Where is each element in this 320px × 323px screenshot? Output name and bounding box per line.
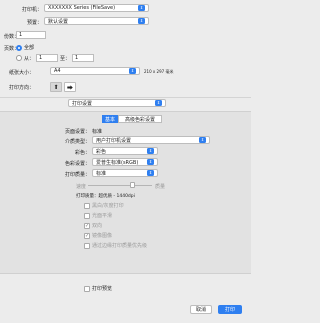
- print-settings-section-select[interactable]: 打印设置 ⇕: [68, 99, 166, 107]
- color-select[interactable]: 彩色 ⇕: [92, 147, 158, 155]
- tab-basic[interactable]: 基本: [102, 115, 118, 123]
- quality-slider-track[interactable]: [88, 185, 152, 186]
- printer-value: XXXXXXX Series (FileSave): [48, 5, 116, 11]
- printer-label: 打印机：: [21, 7, 42, 13]
- print-preview-label: 打印预览: [92, 286, 113, 292]
- color-mode-value: 爱普生标准(sRGB): [96, 159, 139, 166]
- option-label: 镜像图像: [92, 233, 113, 239]
- paper-dimensions: 210 x 297 毫米: [144, 69, 174, 74]
- media-type-select[interactable]: 用户打印机设置 ⇕: [92, 136, 210, 144]
- chevron-updown-icon: ⇕: [147, 148, 154, 154]
- preset-select[interactable]: 默认设置 ⇕: [44, 17, 149, 25]
- preset-value: 默认设置: [48, 18, 69, 25]
- portrait-icon: ⬆: [53, 83, 59, 91]
- chevron-updown-icon: ⇕: [138, 18, 145, 24]
- mirror-image-checkbox[interactable]: ✓: [84, 232, 90, 239]
- orientation-label: 打印方向：: [8, 85, 34, 91]
- print-quality-select[interactable]: 标准 ⇕: [92, 169, 158, 177]
- page-setup-value: 标准: [92, 129, 103, 135]
- pages-all-label: 全部: [24, 45, 35, 51]
- option-label: 通过边缘打印质量优先级: [92, 243, 148, 249]
- checkmark-icon: ✓: [85, 222, 90, 229]
- pages-from-field[interactable]: 1: [36, 54, 59, 62]
- option-label: 双向: [92, 223, 103, 229]
- chevron-updown-icon: ⇕: [147, 159, 154, 165]
- option-label: 光面平滑: [92, 213, 113, 219]
- copies-field[interactable]: 1: [16, 31, 46, 39]
- color-mode-label: 色彩设置：: [64, 161, 90, 167]
- grayscale-checkbox[interactable]: [84, 202, 90, 209]
- pages-range-radio[interactable]: [16, 55, 22, 61]
- paper-size-value: A4: [54, 68, 61, 74]
- cancel-button[interactable]: 取消: [190, 305, 212, 314]
- slider-quality-label: 质量: [155, 184, 166, 190]
- copies-label: 份数：: [4, 34, 20, 40]
- edge-quality-checkbox[interactable]: [84, 242, 90, 249]
- print-button[interactable]: 打印: [218, 305, 242, 314]
- section-value: 打印设置: [72, 100, 93, 107]
- bidirectional-checkbox[interactable]: ✓: [84, 222, 90, 229]
- preset-label: 预置：: [26, 20, 42, 26]
- quality-info: 打印质量：超优质 - 1440dpi: [76, 194, 135, 199]
- print-quality-label: 打印质量：: [64, 172, 90, 178]
- printer-select[interactable]: XXXXXXX Series (FileSave) ⇕: [44, 4, 149, 12]
- portrait-orientation-button[interactable]: ⬆: [50, 82, 62, 92]
- tab-advanced-color[interactable]: 高级色彩设置: [118, 115, 162, 123]
- color-label: 彩色：: [74, 150, 90, 156]
- color-value: 彩色: [96, 148, 107, 155]
- option-label: 黑白/灰度打印: [92, 203, 124, 209]
- divider: [0, 97, 251, 98]
- chevron-updown-icon: ⇕: [147, 170, 154, 176]
- chevron-updown-icon: ⇕: [155, 100, 162, 106]
- chevron-updown-icon: ⇕: [129, 68, 136, 74]
- chevron-updown-icon: ⇕: [199, 137, 206, 143]
- quality-slider-knob[interactable]: [130, 182, 135, 188]
- media-type-value: 用户打印机设置: [96, 137, 132, 144]
- checkmark-icon: ✓: [85, 232, 90, 239]
- slider-speed-label: 速度: [76, 184, 87, 190]
- pages-all-radio[interactable]: [16, 44, 22, 51]
- pages-from-label: 从：: [24, 55, 35, 62]
- media-type-label: 介质类型：: [64, 139, 90, 145]
- color-mode-select[interactable]: 爱普生标准(sRGB) ⇕: [92, 158, 158, 166]
- page-setup-label: 页面设置：: [64, 129, 90, 135]
- pages-to-field[interactable]: 1: [72, 54, 95, 62]
- chevron-updown-icon: ⇕: [138, 5, 145, 11]
- paper-size-select[interactable]: A4 ⇕: [50, 67, 140, 75]
- print-quality-value: 标准: [96, 170, 107, 177]
- landscape-icon: ⮕: [66, 84, 73, 92]
- landscape-orientation-button[interactable]: ⮕: [64, 82, 76, 92]
- pages-to-label: 至：: [60, 55, 71, 62]
- pages-label: 页数：: [4, 46, 20, 52]
- print-preview-checkbox[interactable]: [84, 285, 90, 292]
- gloss-checkbox[interactable]: [84, 212, 90, 219]
- paper-size-label: 纸张大小：: [8, 70, 34, 76]
